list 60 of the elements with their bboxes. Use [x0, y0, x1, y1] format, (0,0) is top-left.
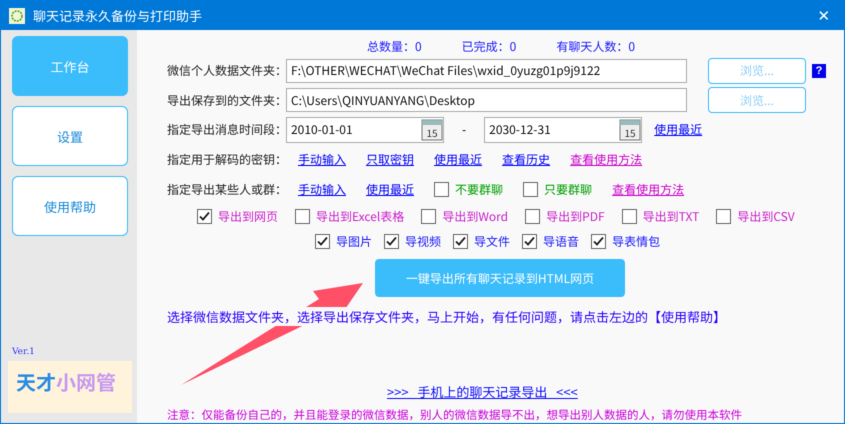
field-label: 导出保存到的文件夹： [167, 92, 286, 109]
phone-export-link[interactable]: >>> 手机上的聊天记录导出 <<< [387, 382, 844, 401]
notice-text: 注意：仅能备份自己的，并且能登录的微信数据，别人的微信数据导不出，想导出别人数据的人，请勿使用本软件 [167, 406, 743, 423]
checkbox[interactable] [453, 234, 468, 250]
checkbox-label: 导语音 [543, 233, 580, 250]
checkbox[interactable] [315, 234, 330, 250]
checkbox[interactable] [716, 209, 732, 224]
link[interactable]: 只取密钥 [366, 151, 414, 168]
checkbox-label: 导出到TXT [642, 208, 700, 226]
calendar-icon[interactable]: 15 [421, 118, 443, 141]
folder-field[interactable]: F:\OTHER\WECHAT\WeChat Files\wxid_0yuzg01p9j9122 [286, 58, 687, 83]
checkbox[interactable] [525, 209, 540, 224]
date-field[interactable]: 2010-01-01 15 [286, 116, 444, 143]
sidebar-item[interactable]: 设置 [12, 106, 128, 166]
link[interactable]: 查看使用方法 [612, 180, 684, 198]
help-button[interactable]: ? [812, 64, 826, 78]
checkbox[interactable] [421, 209, 436, 224]
link[interactable]: 查看使用方法 [570, 151, 642, 168]
checkbox[interactable] [522, 234, 538, 250]
link[interactable]: 查看历史 [502, 151, 550, 168]
link[interactable]: 手动输入 [298, 151, 346, 168]
checkbox-label: 导出到CSV [737, 208, 795, 226]
checkbox-label: 只要群聊 [544, 180, 592, 198]
checkbox[interactable] [622, 209, 637, 224]
checkbox-label: 导出到网页 [218, 208, 278, 226]
link[interactable]: 手动输入 [298, 180, 346, 198]
checkbox[interactable] [384, 234, 400, 250]
checkbox[interactable] [434, 182, 450, 197]
field-label: 指定导出消息时间段： [167, 121, 286, 138]
stat-text: 有聊天人数：0 [556, 38, 636, 56]
link[interactable]: 使用最近 [366, 180, 414, 198]
checkbox-label: 导文件 [474, 233, 510, 250]
version-label: Ver.1 [12, 347, 36, 357]
checkbox-label: 导出到Word [442, 208, 508, 226]
sidebar-item[interactable]: 使用帮助 [12, 176, 128, 236]
checkbox-label: 导视频 [405, 233, 442, 250]
row-label: 指定导出某些人或群： [167, 180, 286, 198]
row-label: 指定用于解码的密钥： [167, 151, 286, 168]
checkbox[interactable] [523, 182, 538, 197]
checkbox-label: 导出到Excel表格 [316, 208, 404, 226]
stat-text: 总数量：0 [367, 38, 422, 56]
checkbox[interactable] [295, 209, 310, 224]
checkbox-label: 导表情包 [612, 233, 660, 250]
field-label: 微信个人数据文件夹： [167, 62, 286, 80]
app-icon [9, 8, 25, 24]
stat-text: 已完成：0 [462, 38, 516, 56]
calendar-icon[interactable]: 15 [619, 118, 642, 141]
logo: 天才小网管 [8, 361, 132, 413]
checkbox[interactable] [591, 234, 606, 250]
checkbox[interactable] [197, 209, 212, 224]
checkbox-label: 导出到PDF [546, 208, 605, 226]
folder-field[interactable]: C:\Users\QINYUANYANG\Desktop [286, 88, 687, 112]
window-title: 聊天记录永久备份与打印助手 [33, 6, 204, 25]
checkbox-label: 不要群聊 [455, 180, 504, 198]
link[interactable]: 使用最近 [654, 121, 702, 138]
date-separator: - [462, 121, 466, 138]
link[interactable]: 使用最近 [434, 151, 482, 168]
close-button[interactable]: ✕ [804, 1, 844, 30]
checkbox-label: 导图片 [336, 233, 372, 250]
date-field[interactable]: 2030-12-31 15 [484, 116, 642, 143]
